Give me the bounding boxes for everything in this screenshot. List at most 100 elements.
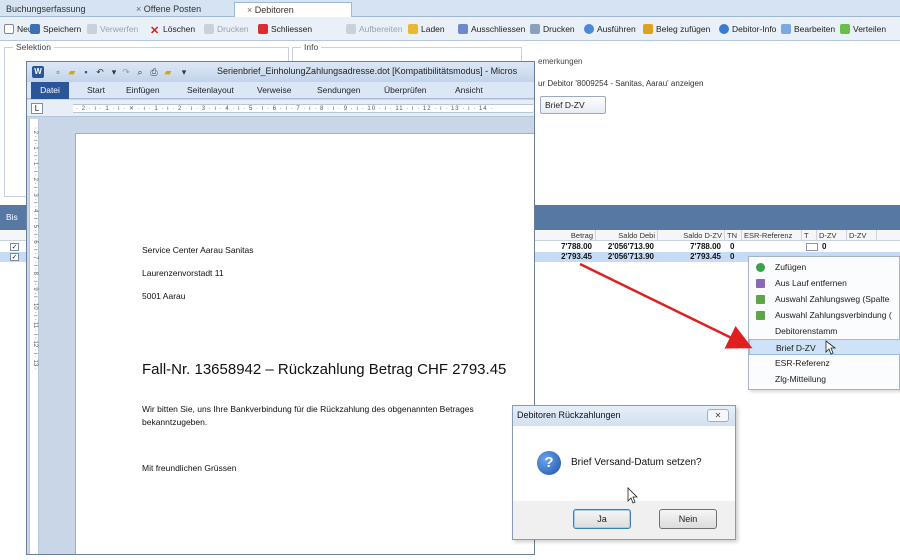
- menu-item-brief-dzv[interactable]: Brief D-ZV: [749, 339, 900, 355]
- delete-x-icon: ✕: [150, 25, 160, 37]
- body-text: Wir bitten Sie, uns Ihre Bankverbindung …: [142, 404, 474, 414]
- bemerkungen-label: emerkungen: [538, 57, 583, 66]
- print-button-2[interactable]: Drucken: [530, 23, 575, 36]
- print-icon: [530, 24, 540, 34]
- cell-saldo-debi: 2'056'713.90: [607, 242, 654, 251]
- col-dzv-2[interactable]: D-ZV: [847, 230, 877, 241]
- close-icon[interactable]: ×: [247, 5, 252, 15]
- tab-verweise[interactable]: Verweise: [257, 82, 292, 99]
- tab-seitenlayout[interactable]: Seitenlayout: [187, 82, 234, 99]
- dialog-title: Debitoren Rückzahlungen: [517, 410, 621, 420]
- body-text: bekanntzugeben.: [142, 417, 208, 427]
- edit-icon: [781, 24, 791, 34]
- menu-item-debitorenstamm[interactable]: Debitorenstamm: [749, 323, 900, 339]
- grid-band-label: Bis: [6, 212, 18, 222]
- col-dzv[interactable]: D-ZV: [817, 230, 847, 241]
- close-button[interactable]: Schliessen: [258, 23, 312, 36]
- col-betrag[interactable]: Betrag: [538, 230, 596, 241]
- discard-button[interactable]: Verwerfen: [87, 23, 138, 36]
- prepare-button[interactable]: Aufbereiten: [346, 23, 402, 36]
- attach-button[interactable]: Beleg zufügen: [643, 23, 710, 36]
- document-page[interactable]: Service Center Aarau Sanitas Laurenzenvo…: [75, 133, 534, 554]
- delete-button[interactable]: ✕ Löschen: [150, 23, 195, 37]
- prepare-icon: [346, 24, 356, 34]
- menu-item-auswahl-zahlungsweg[interactable]: Auswahl Zahlungsweg (Spalte: [749, 291, 900, 307]
- cell-saldo-dzv: 2'793.45: [690, 252, 721, 261]
- address-line: Laurenzenvorstadt 11: [142, 268, 224, 278]
- new-button[interactable]: Neu: [4, 23, 33, 36]
- tab-offene-posten[interactable]: × Offene Posten Debitoren: [124, 2, 234, 28]
- undo-icon[interactable]: ↶: [95, 67, 105, 77]
- folder-icon[interactable]: ▰: [163, 67, 173, 77]
- tab-debitoren-rueckzahlungen[interactable]: × Debitoren Rückzahlungen ×: [234, 2, 352, 29]
- no-button[interactable]: Nein: [659, 509, 717, 529]
- menu-item-zlg-mitteilung[interactable]: Zlg-Mitteilung: [749, 371, 900, 387]
- word-logo-icon[interactable]: W: [32, 66, 44, 78]
- print-button[interactable]: Drucken: [204, 23, 249, 36]
- payment-icon: [756, 311, 765, 320]
- context-menu: Zufügen Aus Lauf entfernen Auswahl Zahlu…: [748, 256, 900, 390]
- chevron-down-icon[interactable]: ▾: [179, 67, 189, 77]
- tab-sendungen[interactable]: Sendungen: [317, 82, 361, 99]
- chevron-down-icon[interactable]: ▾: [109, 67, 119, 77]
- run-button[interactable]: Ausführen: [584, 23, 636, 36]
- yes-button[interactable]: Ja: [573, 509, 631, 529]
- info-title: Info: [301, 42, 322, 52]
- tab-buchungserfassung[interactable]: Buchungserfassung: [0, 2, 124, 17]
- letter-heading: Fall-Nr. 13658942 – Rückzahlung Betrag C…: [142, 361, 507, 378]
- open-folder-icon[interactable]: ▰: [67, 67, 77, 77]
- dialog-titlebar: Debitoren Rückzahlungen ✕: [513, 406, 735, 426]
- dialog-body: ? Brief Versand-Datum setzen?: [513, 426, 735, 501]
- main-toolbar: Neu Speichern Verwerfen ✕ Löschen Drucken…: [0, 17, 900, 41]
- distribute-icon: [840, 24, 850, 34]
- word-window: W ▫ ▰ ▪ ↶ ▾ ↷ ⌕ ⎙ ▰ ▾ Serienbrief_Einhol…: [26, 61, 535, 555]
- menu-item-esr-referenz[interactable]: ESR-Referenz: [749, 355, 900, 371]
- col-saldo-dzv[interactable]: Saldo D-ZV: [658, 230, 725, 241]
- new-doc-icon: [4, 24, 14, 34]
- tab-start[interactable]: Start: [87, 82, 105, 99]
- tab-stop-selector[interactable]: L: [31, 103, 43, 114]
- tab-strip: Buchungserfassung × Offene Posten Debito…: [0, 0, 900, 29]
- col-t[interactable]: T: [802, 230, 817, 241]
- attach-icon: [643, 24, 653, 34]
- cell-saldo-dzv: 7'788.00: [690, 242, 721, 251]
- cell-t-box[interactable]: [806, 243, 818, 251]
- tab-ueberpruefen[interactable]: Überprüfen: [384, 82, 427, 99]
- redo-icon[interactable]: ↷: [121, 67, 131, 77]
- save-icon[interactable]: ▪: [81, 67, 91, 77]
- menu-item-aus-lauf-entfernen[interactable]: Aus Lauf entfernen: [749, 275, 900, 291]
- selektion-title: Selektion: [13, 42, 54, 52]
- save-button[interactable]: Speichern: [30, 23, 81, 36]
- exclude-button[interactable]: Ausschliessen: [458, 23, 525, 36]
- brief-dzv-button[interactable]: Brief D-ZV: [540, 96, 606, 114]
- col-tn[interactable]: TN: [725, 230, 742, 241]
- close-icon[interactable]: ×: [136, 4, 141, 14]
- load-icon: [408, 24, 418, 34]
- distribute-button[interactable]: Verteilen: [840, 23, 886, 36]
- load-button[interactable]: Laden: [408, 23, 445, 36]
- tab-datei[interactable]: Datei: [31, 82, 69, 99]
- print-icon[interactable]: ⎙: [149, 67, 159, 77]
- horizontal-ruler[interactable]: · 2 · ı · 1 · ı · ✕ · ı · 1 · ı · 2 · ı …: [73, 104, 533, 113]
- tab-einfuegen[interactable]: Einfügen: [126, 82, 160, 99]
- cell-tn: 0: [730, 242, 735, 251]
- save-icon: [30, 24, 40, 34]
- tab-label: Buchungserfassung: [6, 4, 86, 14]
- debitor-info-button[interactable]: Debitor-Info: [719, 23, 776, 36]
- address-line: 5001 Aarau: [142, 291, 186, 301]
- tab-ansicht[interactable]: Ansicht: [455, 82, 483, 99]
- close-icon[interactable]: ✕: [707, 409, 729, 422]
- edit-button[interactable]: Bearbeiten: [781, 23, 835, 36]
- new-doc-icon[interactable]: ▫: [53, 67, 63, 77]
- menu-item-zufuegen[interactable]: Zufügen: [749, 259, 900, 275]
- print-preview-icon[interactable]: ⌕: [135, 67, 145, 77]
- col-esr-referenz[interactable]: ESR-Referenz: [742, 230, 802, 241]
- vertical-ruler[interactable]: · 2 · ı · 1 · ı · 1 · ı · 2 · ı · 3 · ı …: [29, 119, 39, 554]
- menu-item-auswahl-zahlungsverbindung[interactable]: Auswahl Zahlungsverbindung (: [749, 307, 900, 323]
- row-checkbox[interactable]: ✓: [10, 253, 19, 261]
- cell-betrag: 7'788.00: [561, 242, 592, 251]
- row-checkbox[interactable]: ✓: [10, 243, 19, 251]
- dialog-message: Brief Versand-Datum setzen?: [571, 457, 702, 468]
- col-saldo-debi[interactable]: Saldo Debi: [596, 230, 658, 241]
- ruler-scale: · 2 · ı · 1 · ı · 1 · ı · 2 · ı · 3 · ı …: [32, 127, 38, 370]
